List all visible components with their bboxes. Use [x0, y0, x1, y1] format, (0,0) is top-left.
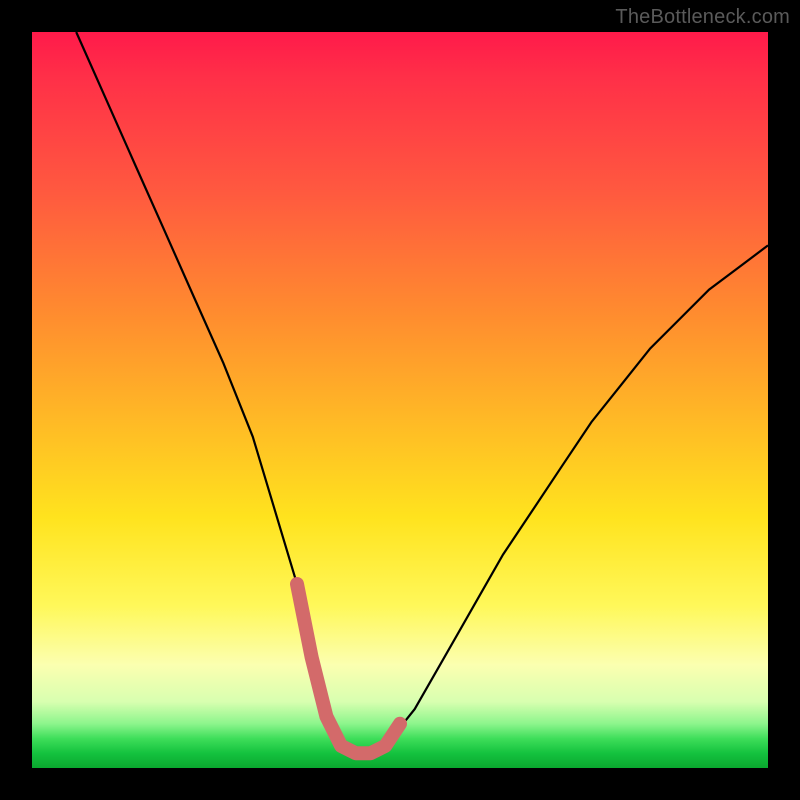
chart-frame: TheBottleneck.com [0, 0, 800, 800]
highlight-segment [297, 584, 400, 753]
watermark-text: TheBottleneck.com [615, 6, 790, 29]
curve-svg [32, 32, 768, 768]
bottleneck-curve-left [76, 32, 768, 753]
plot-area [32, 32, 768, 768]
